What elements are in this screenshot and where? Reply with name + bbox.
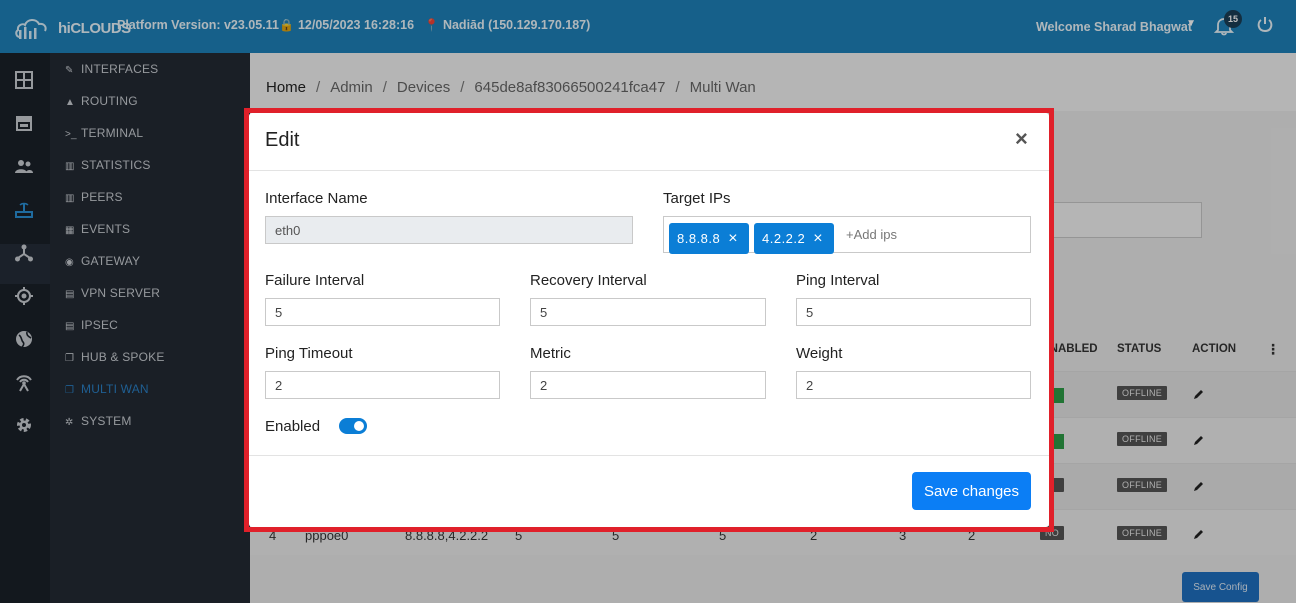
metric-label: Metric — [530, 345, 571, 362]
target-ips-input[interactable]: 8.8.8.8 × 4.2.2.2 × +Add ips — [663, 216, 1031, 254]
ping-timeout-label: Ping Timeout — [265, 345, 353, 362]
modal-footer-divider — [249, 455, 1049, 456]
modal-title: Edit — [265, 129, 300, 151]
target-ips-label: Target IPs — [663, 190, 731, 207]
ip-tag: 4.2.2.2 × — [754, 223, 834, 254]
enabled-label: Enabled — [265, 418, 321, 435]
edit-modal: Edit × Interface Name eth0 Target IPs 8.… — [249, 113, 1049, 527]
failure-interval-label: Failure Interval — [265, 272, 365, 289]
remove-tag-icon[interactable]: × — [728, 230, 738, 247]
weight-input[interactable]: 2 — [796, 371, 1031, 399]
ip-tag-label: 8.8.8.8 — [677, 231, 721, 246]
enabled-toggle[interactable] — [339, 418, 367, 434]
ping-timeout-input[interactable]: 2 — [265, 371, 500, 399]
save-changes-button[interactable]: Save changes — [912, 472, 1031, 510]
add-ips-placeholder[interactable]: +Add ips — [846, 227, 897, 242]
ip-tag: 8.8.8.8 × — [669, 223, 749, 254]
toggle-knob — [354, 421, 364, 431]
remove-tag-icon[interactable]: × — [813, 230, 823, 247]
close-icon[interactable]: × — [1015, 126, 1028, 152]
modal-header-divider — [249, 170, 1049, 171]
recovery-interval-input[interactable]: 5 — [530, 298, 766, 326]
ping-interval-label: Ping Interval — [796, 272, 880, 289]
interface-name-label: Interface Name — [265, 190, 368, 207]
metric-input[interactable]: 2 — [530, 371, 766, 399]
ping-interval-input[interactable]: 5 — [796, 298, 1031, 326]
interface-name-input[interactable]: eth0 — [265, 216, 633, 244]
weight-label: Weight — [796, 345, 843, 362]
ip-tag-label: 4.2.2.2 — [762, 231, 806, 246]
recovery-interval-label: Recovery Interval — [530, 272, 647, 289]
failure-interval-input[interactable]: 5 — [265, 298, 500, 326]
